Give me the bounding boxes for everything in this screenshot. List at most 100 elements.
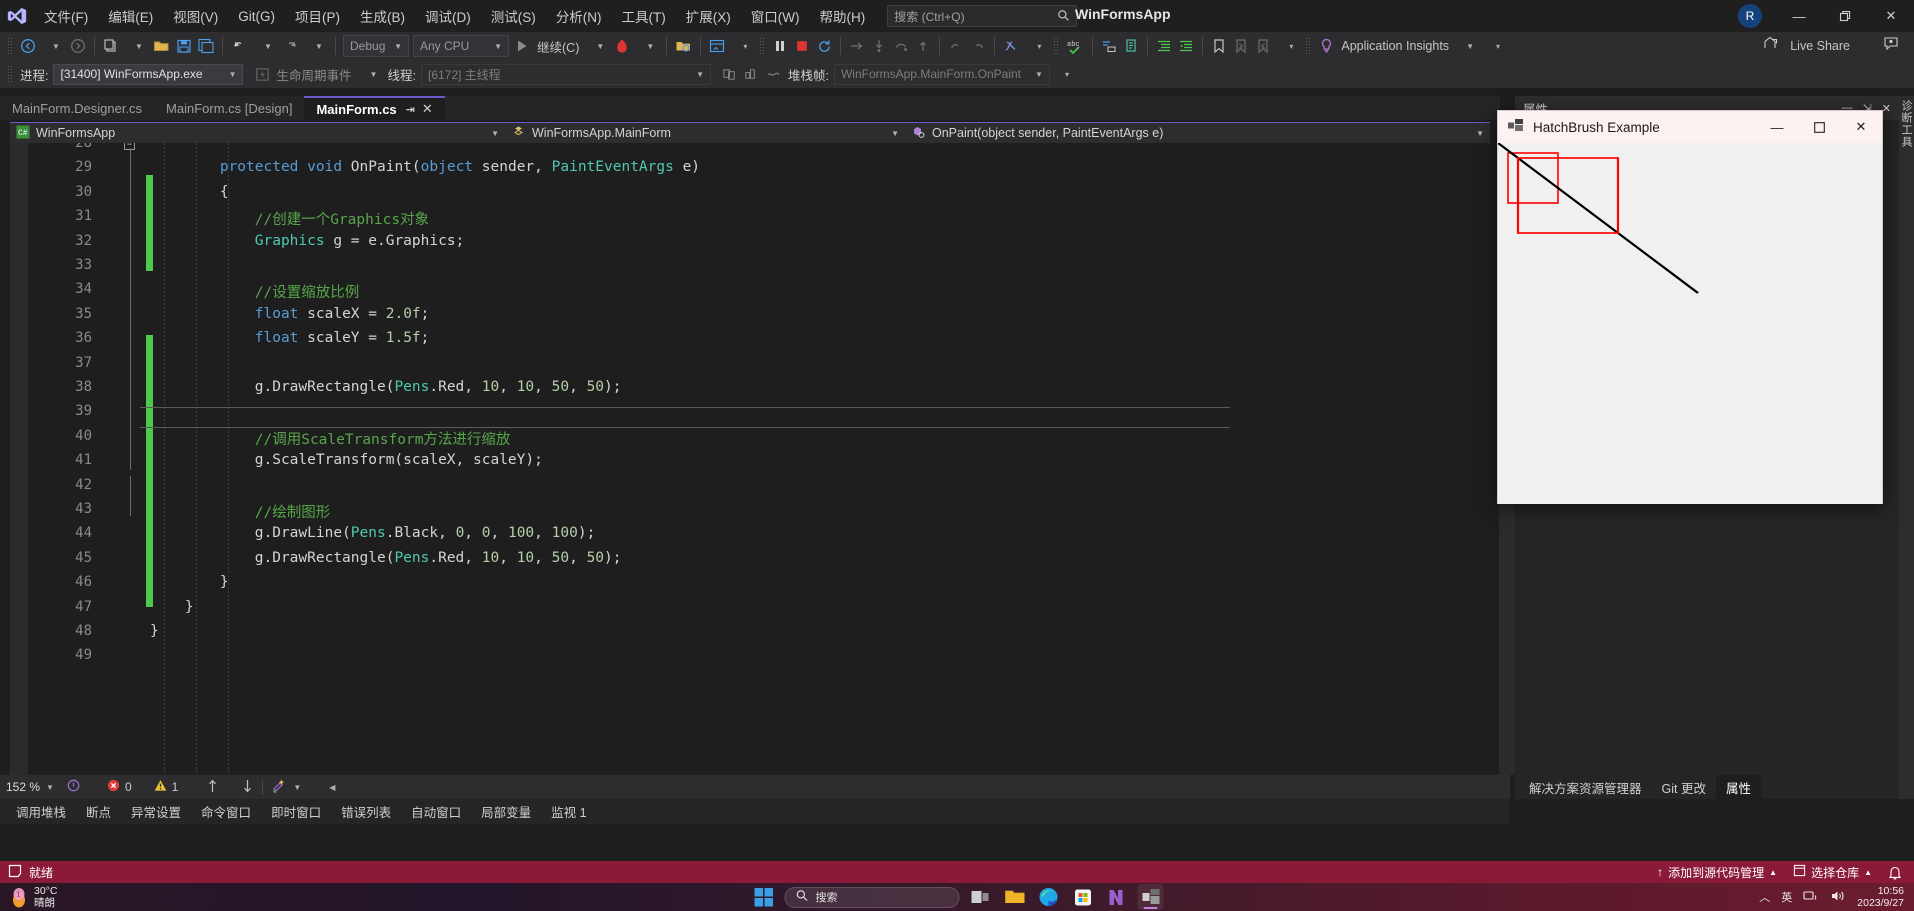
select-repository[interactable]: 选择仓库 ▲ [1793,864,1872,881]
pin-icon[interactable]: ⇥ [406,103,415,116]
solution-platform-combo[interactable]: Any CPU ▼ [413,35,509,57]
close-icon[interactable]: ✕ [422,101,433,117]
dock-tab-command-window[interactable]: 命令窗口 [191,799,261,824]
quick-actions-dropdown[interactable]: ▼ [293,783,301,792]
comment-selection-icon[interactable] [1098,34,1120,58]
redo-icon[interactable] [279,34,302,58]
tray-expand-icon[interactable]: ︿ [1759,889,1770,905]
hatchbrush-close-button[interactable]: ✕ [1840,111,1882,143]
hot-reload-icon[interactable] [611,34,633,58]
debugbar-overflow-button[interactable]: ▾ [1056,62,1078,86]
code-line[interactable]: //设置缩放比例 [150,281,359,302]
menu-debug[interactable]: 调试(D) [415,0,481,32]
lifecycle-events-icon[interactable] [251,62,273,86]
network-icon[interactable] [1803,889,1819,906]
onenote-icon[interactable] [1104,884,1130,910]
window-layout-icon[interactable] [706,34,728,58]
code-editor[interactable]: − 28 29 30 31 32 33 34 35 36 37 38 39 40 41 42 43 44 45 46… [10,143,1515,775]
save-icon[interactable] [173,34,195,58]
restore-button[interactable] [1822,0,1868,32]
tab-mainform-cs[interactable]: MainForm.cs ⇥ ✕ [304,96,445,120]
next-bookmark-icon[interactable] [1252,34,1274,58]
menu-build[interactable]: 生成(B) [350,0,415,32]
code-line[interactable]: { [150,184,229,200]
tab-mainform-designer-cs[interactable]: MainForm.Designer.cs [0,96,155,120]
process-combo[interactable]: [31400] WinFormsApp.exe ▼ [53,63,244,85]
show-threads-icon[interactable] [719,62,741,86]
account-avatar[interactable]: R [1738,4,1762,28]
dock-tab-exception-settings[interactable]: 异常设置 [121,799,191,824]
code-line[interactable]: g.ScaleTransform(scaleX, scaleY); [150,452,543,468]
window-layout-dropdown[interactable]: ▾ [734,34,756,58]
uncomment-selection-icon[interactable] [1120,34,1142,58]
dock-tab-watch-1[interactable]: 监视 1 [541,799,596,824]
add-to-source-control[interactable]: ↑ 添加到源代码管理 ▲ [1657,864,1777,881]
step-out-icon[interactable] [912,34,934,58]
previous-issue-icon[interactable] [206,779,219,796]
menu-test[interactable]: 测试(S) [481,0,546,32]
toolbar-grip[interactable] [7,37,14,55]
redo-nav-icon[interactable] [967,34,989,58]
dock-tab-breakpoints[interactable]: 断点 [76,799,121,824]
application-insights-dropdown[interactable]: ▼ [1459,34,1481,58]
previous-bookmark-icon[interactable] [1230,34,1252,58]
close-button[interactable]: ✕ [1868,0,1914,32]
taskbar-search-box[interactable]: 搜索 [784,886,960,908]
stop-debugging-icon[interactable] [791,34,813,58]
intellisense-health-icon[interactable] [66,778,81,796]
save-all-icon[interactable] [195,34,217,58]
intellicode-icon[interactable] [1000,34,1022,58]
thread-combo[interactable]: [6172] 主线程 ▼ [420,63,711,85]
dock-tab-solution-explorer[interactable]: 解决方案资源管理器 [1519,775,1652,800]
task-view-icon[interactable] [968,884,994,910]
error-count-group[interactable]: 0 [107,779,132,795]
start-button-icon[interactable] [751,884,777,910]
code-line[interactable]: g.DrawRectangle(Pens.Red, 10, 10, 50, 50… [150,379,622,395]
code-line[interactable]: //绘制图形 [150,501,330,522]
spellcheck-icon[interactable]: abc [1063,34,1087,58]
continue-dropdown[interactable]: ▼ [589,34,611,58]
navigate-forward-icon[interactable] [67,34,89,58]
menu-git[interactable]: Git(G) [228,0,285,32]
navigate-back-dropdown[interactable]: ▼ [45,34,67,58]
code-line[interactable]: } [150,574,229,590]
menu-file[interactable]: 文件(F) [34,0,98,32]
lifecycle-events-label[interactable]: 生命周期事件 [276,65,351,84]
zoom-level-combo[interactable]: 152 % ▼ [6,780,54,794]
hatchbrush-maximize-button[interactable] [1798,111,1840,143]
continue-label[interactable]: 继续(C) [533,37,583,56]
new-project-icon[interactable] [100,34,122,58]
bookmark-dropdown[interactable]: ▾ [1280,34,1302,58]
file-explorer-icon[interactable] [1002,884,1028,910]
menu-edit[interactable]: 编辑(E) [98,0,163,32]
toolbar-grip[interactable] [1305,37,1313,55]
navigate-back-icon[interactable] [17,34,39,58]
undo-dropdown[interactable]: ▼ [257,34,279,58]
microsoft-store-icon[interactable] [1070,884,1096,910]
hatchbrush-minimize-button[interactable]: — [1756,111,1798,143]
warning-count-group[interactable]: 1 [154,779,178,795]
solution-configuration-combo[interactable]: Debug ▼ [343,35,409,57]
feedback-icon[interactable] [1883,35,1900,56]
toolbar-grip[interactable] [759,37,767,55]
dock-tab-error-list[interactable]: 错误列表 [331,799,401,824]
menu-help[interactable]: 帮助(H) [809,0,875,32]
notifications-bell-icon[interactable] [1888,865,1902,880]
dock-tab-git-changes[interactable]: Git 更改 [1652,775,1716,800]
code-line[interactable]: float scaleY = 1.5f; [150,330,430,346]
edge-browser-icon[interactable] [1036,884,1062,910]
lifecycle-events-dropdown[interactable]: ▼ [363,62,385,86]
live-share-group[interactable]: Live Share [1763,35,1900,56]
code-line[interactable]: g.DrawLine(Pens.Black, 0, 0, 100, 100); [150,525,596,541]
break-all-icon[interactable] [769,34,791,58]
code-line[interactable]: Graphics g = e.Graphics; [150,233,465,249]
step-over-icon[interactable] [890,34,912,58]
toolbar-overflow-button[interactable]: ▾ [1487,34,1509,58]
taskbar-clock[interactable]: 10:56 2023/9/27 [1857,885,1904,909]
toggle-bookmark-icon[interactable] [1208,34,1230,58]
volume-icon[interactable] [1830,889,1846,906]
dock-tab-autos[interactable]: 自动窗口 [401,799,471,824]
minimize-button[interactable]: — [1776,0,1822,32]
dock-tab-immediate-window[interactable]: 即时窗口 [261,799,331,824]
intellicode-dropdown[interactable]: ▾ [1028,34,1050,58]
